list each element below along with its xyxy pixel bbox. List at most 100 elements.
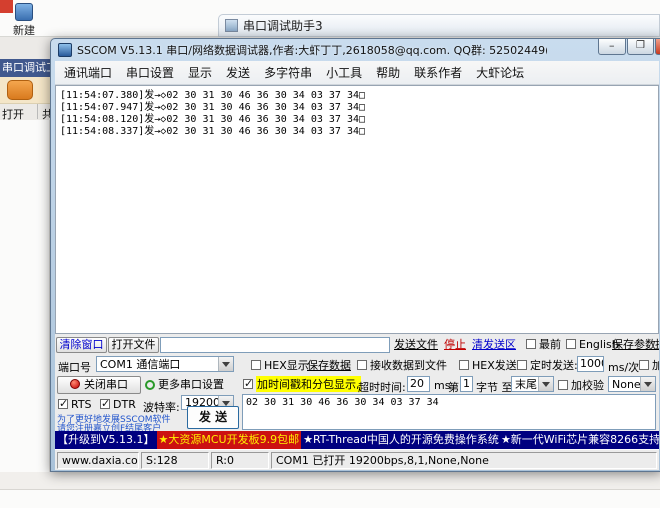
english-checkbox[interactable]: English bbox=[566, 338, 619, 350]
receive-line: [11:54:07.947]发→◇02 30 31 30 46 36 30 34… bbox=[60, 102, 654, 114]
menu-item-serial-settings[interactable]: 串口设置 bbox=[119, 64, 181, 81]
checkbox-checked-icon bbox=[243, 379, 253, 389]
hex-display-label: HEX显示 bbox=[264, 357, 309, 373]
timed-interval-input[interactable]: 1000 bbox=[577, 356, 604, 372]
chevron-down-icon bbox=[218, 357, 233, 371]
maximize-button[interactable] bbox=[627, 39, 654, 55]
checkbox-icon bbox=[558, 380, 568, 390]
close-button[interactable] bbox=[655, 39, 660, 55]
checksum-label: 加校验 bbox=[571, 377, 604, 393]
rts-checkbox[interactable]: RTS bbox=[58, 398, 92, 410]
hex-send-label: HEX发送 bbox=[472, 357, 517, 373]
control-panel: 清除窗口 打开文件 发送文件 停止 清发送区 最前 English 保存参数 扩… bbox=[55, 334, 659, 431]
status-bar: www.daxia.com S:128 R:0 COM1 已打开 19200bp… bbox=[55, 449, 659, 470]
orange-app-icon bbox=[7, 80, 33, 100]
window-title: SSCOM V5.13.1 串口/网络数据调试器,作者:大虾丁丁,2618058… bbox=[77, 42, 547, 58]
checksum-checkbox[interactable]: 加校验 bbox=[558, 379, 604, 391]
menu-bar: 通讯端口 串口设置 显示 发送 多字符串 小工具 帮助 联系作者 大虾论坛 bbox=[55, 61, 659, 85]
ad-bar[interactable]: 【升级到V5.13.1】★大资源MCU开发板9.9包邮★RT-Thread中国人… bbox=[55, 431, 659, 449]
port-label: 端口号 bbox=[58, 359, 91, 375]
timeout-input[interactable]: 20 bbox=[407, 376, 430, 392]
more-serial-settings-button[interactable]: 更多串口设置 bbox=[145, 378, 224, 392]
desktop: 新建 串口调试助手3 串口调试工 打开 共 SSCOM V5.13.1 串口/网… bbox=[0, 0, 660, 508]
checksum-value: None bbox=[609, 378, 640, 391]
topmost-label: 最前 bbox=[539, 336, 561, 352]
left-toolbar bbox=[0, 77, 50, 104]
append-crlf-checkbox[interactable]: 加回 bbox=[639, 359, 659, 371]
status-sent-count: S:128 bbox=[141, 452, 209, 469]
menu-item-tools[interactable]: 小工具 bbox=[319, 64, 369, 81]
timestamp-packet-label: 加时间戳和分包显示, bbox=[256, 376, 361, 392]
timestamp-packet-checkbox[interactable]: 加时间戳和分包显示, bbox=[243, 378, 361, 390]
byte-to-value: 末尾 bbox=[512, 376, 538, 392]
dtr-checkbox[interactable]: DTR bbox=[100, 398, 136, 410]
upgrade-link[interactable]: 【升级到V5.13.1】 bbox=[57, 431, 155, 449]
caption-buttons bbox=[597, 39, 660, 55]
hex-display-checkbox[interactable]: HEX显示 bbox=[251, 359, 309, 371]
save-data-button[interactable]: 保存数据 bbox=[307, 359, 351, 373]
port-select-value: COM1 通信端口 bbox=[97, 356, 218, 372]
send-button[interactable]: 发 送 bbox=[187, 406, 239, 429]
sscom-window: SSCOM V5.13.1 串口/网络数据调试器,作者:大虾丁丁,2618058… bbox=[50, 38, 660, 472]
left-background-panel bbox=[0, 120, 50, 472]
close-port-button[interactable]: 关闭串口 bbox=[57, 376, 141, 394]
promo-line-2: 请您注册嘉立创F结尾客户 bbox=[57, 421, 161, 431]
menu-item-multistring[interactable]: 多字符串 bbox=[257, 64, 319, 81]
bottom-background-lower bbox=[0, 490, 660, 508]
status-port-info: COM1 已打开 19200bps,8,1,None,None bbox=[271, 452, 657, 469]
chevron-down-icon bbox=[538, 377, 553, 391]
timeout-label: 超时时间: bbox=[358, 379, 406, 395]
status-received-count: R:0 bbox=[211, 452, 269, 469]
clear-window-button[interactable]: 清除窗口 bbox=[56, 337, 107, 353]
byte-from-input[interactable]: 1 bbox=[460, 376, 473, 392]
byte-to-select[interactable]: 末尾 bbox=[511, 376, 554, 392]
checksum-select[interactable]: None bbox=[608, 376, 656, 392]
interval-unit-label: ms/次 bbox=[608, 359, 639, 375]
new-shortcut[interactable]: 新建 bbox=[4, 3, 44, 38]
file-path-input[interactable] bbox=[160, 337, 390, 353]
stop-button[interactable]: 停止 bbox=[444, 338, 466, 352]
menu-item-comm-port[interactable]: 通讯端口 bbox=[57, 64, 119, 81]
topmost-checkbox[interactable]: 最前 bbox=[526, 338, 561, 350]
checkbox-checked-icon bbox=[58, 399, 68, 409]
hex-send-checkbox[interactable]: HEX发送 bbox=[459, 359, 517, 371]
menu-item-display[interactable]: 显示 bbox=[181, 64, 219, 81]
port-open-icon bbox=[70, 379, 80, 389]
timed-send-checkbox[interactable]: 定时发送: bbox=[517, 359, 578, 371]
send-data-input[interactable]: 02 30 31 30 46 36 30 34 03 37 34 bbox=[242, 394, 656, 430]
left-window-titlebar[interactable]: 串口调试工 bbox=[0, 59, 50, 77]
window-client-area: 通讯端口 串口设置 显示 发送 多字符串 小工具 帮助 联系作者 大虾论坛 [1… bbox=[55, 61, 659, 470]
ad-link-devboard[interactable]: ★大资源MCU开发板9.9包邮 bbox=[157, 431, 302, 449]
clear-send-area-button[interactable]: 清发送区 bbox=[472, 338, 516, 352]
receive-line: [11:54:07.380]发→◇02 30 31 30 46 36 30 34… bbox=[60, 90, 654, 102]
ad-link-wifi-chip[interactable]: ★新一代WiFi芯片兼容8266支持RT-Thread bbox=[501, 431, 659, 449]
checkbox-icon bbox=[251, 360, 261, 370]
receive-line: [11:54:08.120]发→◇02 30 31 30 46 36 30 34… bbox=[60, 114, 654, 126]
background-window-title: 串口调试助手3 bbox=[243, 17, 323, 34]
checkbox-icon bbox=[526, 339, 536, 349]
window-titlebar[interactable]: SSCOM V5.13.1 串口/网络数据调试器,作者:大虾丁丁,2618058… bbox=[51, 39, 660, 61]
receive-line: [11:54:08.337]发→◇02 30 31 30 46 36 30 34… bbox=[60, 126, 654, 138]
open-file-button[interactable]: 打开文件 bbox=[108, 337, 159, 353]
checkbox-icon bbox=[459, 360, 469, 370]
more-serial-settings-label: 更多串口设置 bbox=[158, 378, 224, 391]
status-website[interactable]: www.daxia.com bbox=[57, 452, 139, 469]
menu-item-send[interactable]: 发送 bbox=[219, 64, 257, 81]
receive-area[interactable]: [11:54:07.380]发→◇02 30 31 30 46 36 30 34… bbox=[55, 85, 659, 334]
menu-item-daxia-forum[interactable]: 大虾论坛 bbox=[469, 64, 531, 81]
receive-to-file-checkbox[interactable]: 接收数据到文件 bbox=[357, 359, 447, 371]
ad-link-rtthread[interactable]: ★RT-Thread中国人的开源免费操作系统 bbox=[303, 431, 499, 449]
minimize-button[interactable] bbox=[598, 39, 626, 55]
menu-item-help[interactable]: 帮助 bbox=[369, 64, 407, 81]
checkbox-icon bbox=[639, 360, 649, 370]
chevron-down-icon bbox=[640, 377, 655, 391]
checkbox-checked-icon bbox=[100, 399, 110, 409]
background-window-titlebar[interactable]: 串口调试助手3 bbox=[218, 14, 660, 37]
menu-item-contact-author[interactable]: 联系作者 bbox=[407, 64, 469, 81]
send-file-button[interactable]: 发送文件 bbox=[394, 338, 438, 352]
save-params-button[interactable]: 保存参数 bbox=[612, 338, 656, 352]
extend-button[interactable]: 扩展 bbox=[655, 338, 659, 352]
byte-to-label: 字节 至 bbox=[476, 379, 513, 395]
port-select[interactable]: COM1 通信端口 bbox=[96, 356, 234, 372]
close-port-label: 关闭串口 bbox=[84, 378, 128, 391]
